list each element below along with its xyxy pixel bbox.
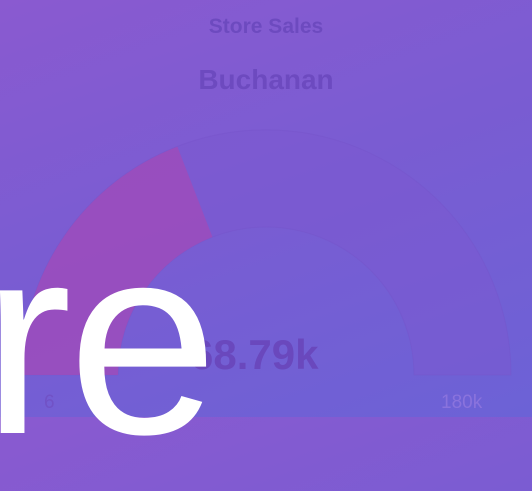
gauge-min-label: 6 [44,392,55,413]
gauge-value: 68.79k [190,331,319,378]
gauge-card: Store Sales Buchanan 68.79k 6 180k [0,0,532,417]
gauge-value-band [21,146,213,375]
gauge-max-label: 180k [441,392,483,413]
